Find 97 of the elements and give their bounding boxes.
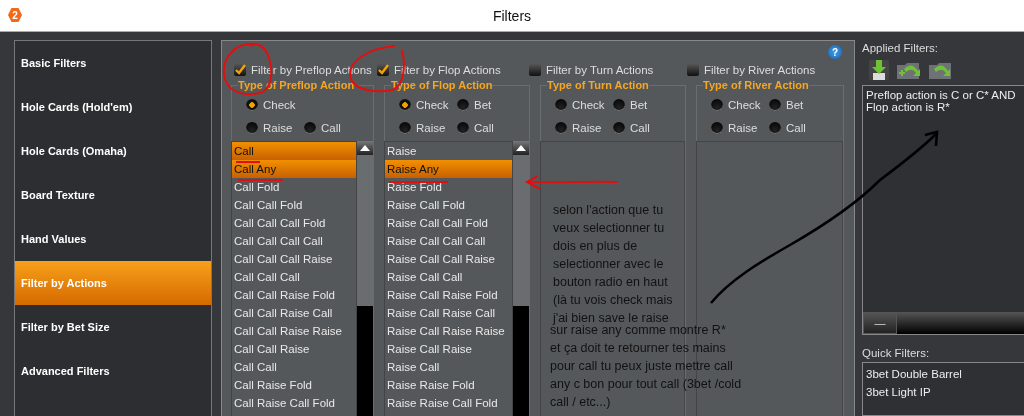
radio-label[interactable]: Raise xyxy=(572,121,602,134)
radio-button[interactable] xyxy=(613,121,625,134)
list-item[interactable]: Call Call Call Fold xyxy=(232,214,356,232)
radio-button[interactable] xyxy=(711,98,723,111)
annotation-underline xyxy=(235,161,261,163)
radio-button[interactable] xyxy=(399,121,411,134)
annotation-underline xyxy=(237,179,284,181)
radio-label[interactable]: Call xyxy=(321,121,341,134)
checkbox[interactable] xyxy=(529,64,541,76)
sidebar-item[interactable]: Advanced Filters xyxy=(15,349,211,393)
radio-button[interactable] xyxy=(613,98,625,111)
list-item[interactable]: Raise Call Fold xyxy=(385,196,512,214)
sidebar-item[interactable]: Hand Values xyxy=(15,217,211,261)
app-logo: 2 xyxy=(8,8,22,22)
list-item[interactable]: 3bet Light IP xyxy=(863,383,1024,401)
radio-button[interactable] xyxy=(457,98,469,111)
annotation-text: sur raise any comme montre R* et ça doit te retourner tes mains pour call tu peux juste mettre call any c bon pour tout call (3bet /cold call / etc...) xyxy=(550,323,742,411)
group-title: Type of Turn Action xyxy=(547,79,649,91)
list-item[interactable]: Raise Call Call Fold xyxy=(385,214,512,232)
list-item[interactable]: Raise Call Call xyxy=(385,268,512,286)
group-title: Type of River Action xyxy=(703,79,809,91)
list-item[interactable]: Call Call Raise Fold xyxy=(232,286,356,304)
list-item[interactable]: Call Raise Fold xyxy=(232,376,356,394)
up-arrow-icon xyxy=(360,145,370,151)
list-item[interactable]: Call Any xyxy=(232,160,356,178)
radio-label[interactable]: Bet xyxy=(474,98,492,111)
list-item[interactable]: Raise Call Raise Call xyxy=(385,304,512,322)
list-item[interactable]: Call Call Raise Call xyxy=(232,304,356,322)
radio-label[interactable]: Raise xyxy=(728,121,758,134)
radio-label[interactable]: Raise xyxy=(263,121,293,134)
scroll-button[interactable]: — xyxy=(863,312,897,334)
sidebar-item[interactable]: Basic Filters xyxy=(15,41,211,85)
radio-label[interactable]: Call xyxy=(786,121,806,134)
list-item[interactable]: Call Call Raise xyxy=(232,340,356,358)
list-item[interactable]: Raise Fold xyxy=(385,178,512,196)
list-item[interactable]: Call Call Fold xyxy=(232,196,356,214)
sidebar-item[interactable]: Hole Cards (Hold'em) xyxy=(15,85,211,129)
list-item[interactable]: Raise Raise Call Fold xyxy=(385,394,512,412)
list-item[interactable]: Call xyxy=(232,142,356,160)
list-item[interactable]: Raise Raise Fold xyxy=(385,376,512,394)
checkbox-label[interactable]: Filter by Turn Actions xyxy=(546,64,654,76)
section-title: Applied Filters: xyxy=(862,42,940,54)
list-item[interactable]: 3bet Double Barrel xyxy=(863,365,1024,383)
radio-label[interactable]: Call xyxy=(474,121,494,134)
radio-button[interactable] xyxy=(457,121,469,134)
radio-button[interactable] xyxy=(555,98,567,111)
list-item[interactable]: Raise Call Raise xyxy=(385,340,512,358)
radio-label[interactable]: Call xyxy=(630,121,650,134)
sidebar-item[interactable]: Board Texture xyxy=(15,173,211,217)
list-item[interactable]: Raise Call xyxy=(385,358,512,376)
radio-label[interactable]: Bet xyxy=(630,98,648,111)
list-item[interactable]: Call Call xyxy=(232,358,356,376)
annotation-underline xyxy=(388,181,449,183)
radio-button[interactable] xyxy=(769,98,781,111)
radio-button[interactable] xyxy=(246,121,258,134)
list-item[interactable]: Raise Call Call Raise xyxy=(385,250,512,268)
list-item[interactable]: Raise Any xyxy=(385,160,512,178)
annotation-text: selon l'action que tu veux selectionner tu dois en plus de selectionner avec le bouton radio en haut (là tu vois check mais j'ai bien save le raise xyxy=(553,202,673,325)
radio-label[interactable]: Check xyxy=(572,98,605,111)
scroll-up-button[interactable] xyxy=(357,141,373,155)
list-item[interactable]: Raise Call Raise Raise xyxy=(385,322,512,340)
list-item[interactable]: Call Call Raise Raise xyxy=(232,322,356,340)
list-item[interactable]: Call Fold xyxy=(232,178,356,196)
list-item[interactable]: Raise Call Raise Fold xyxy=(385,286,512,304)
checkbox[interactable] xyxy=(687,64,699,76)
radio-label[interactable]: Raise xyxy=(416,121,446,134)
sidebar-item[interactable]: Filter by Bet Size xyxy=(15,305,211,349)
scrollbar[interactable] xyxy=(513,141,529,416)
radio-button[interactable] xyxy=(304,121,316,134)
checkbox-label[interactable]: Filter by River Actions xyxy=(704,64,816,76)
list-item[interactable]: Raise xyxy=(385,142,512,160)
section-title: Quick Filters: xyxy=(862,347,931,359)
applied-filters-text: Preflop action is C or C* AND Flop action is R* xyxy=(865,88,1017,115)
list-item[interactable]: Call Raise Call Fold xyxy=(232,394,356,412)
checkbox[interactable] xyxy=(234,64,246,76)
radio-button[interactable] xyxy=(769,121,781,134)
horizontal-scrollbar[interactable]: — xyxy=(863,312,1024,334)
checkbox[interactable] xyxy=(377,64,389,76)
radio-button[interactable] xyxy=(711,121,723,134)
radio-label[interactable]: Check xyxy=(263,98,296,111)
window-title: Filters xyxy=(492,7,532,24)
help-icon[interactable]: ? xyxy=(828,45,842,59)
radio-label[interactable]: Bet xyxy=(786,98,804,111)
radio-label[interactable]: Check xyxy=(416,98,449,111)
radio-label[interactable]: Check xyxy=(728,98,761,111)
list-item[interactable]: Call Call Call xyxy=(232,268,356,286)
radio-button[interactable] xyxy=(399,98,411,111)
save-icon[interactable] xyxy=(868,59,890,81)
scroll-up-button[interactable] xyxy=(513,141,529,155)
list-item[interactable]: Raise Call Call Call xyxy=(385,232,512,250)
radio-button[interactable] xyxy=(246,98,258,111)
radio-button[interactable] xyxy=(555,121,567,134)
list-item[interactable]: Call Call Call Raise xyxy=(232,250,356,268)
list-item[interactable]: Call Call Call Call xyxy=(232,232,356,250)
scrollbar[interactable] xyxy=(357,141,373,416)
up-arrow-icon xyxy=(516,145,526,151)
sidebar-item[interactable]: Hole Cards (Omaha) xyxy=(15,129,211,173)
